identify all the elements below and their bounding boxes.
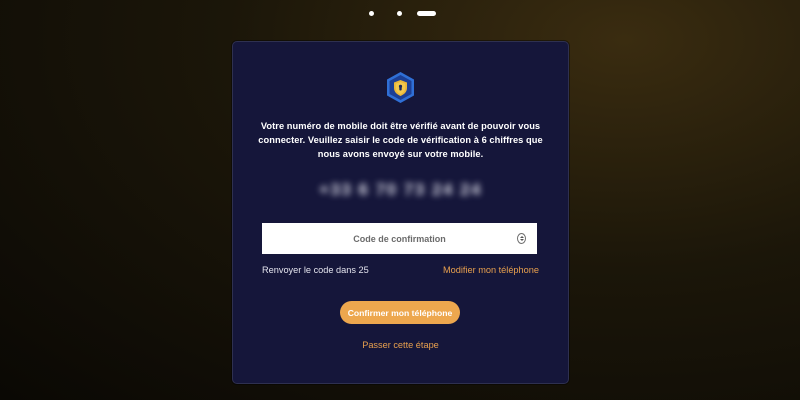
- step-dot-3-active: [417, 11, 436, 16]
- modify-phone-link[interactable]: Modifier mon téléphone: [443, 265, 539, 275]
- skip-step-link[interactable]: Passer cette étape: [233, 340, 568, 350]
- step-dot-1: [369, 11, 374, 16]
- spinner-up-icon[interactable]: [519, 236, 524, 238]
- spinner-down-icon[interactable]: [519, 239, 524, 241]
- confirm-phone-button[interactable]: Confirmer mon téléphone: [340, 301, 460, 324]
- confirmation-code-input[interactable]: Code de confirmation: [262, 223, 537, 254]
- resend-code-countdown: Renvoyer le code dans 25: [262, 265, 369, 275]
- phone-number: +33 6 70 73 24 24: [318, 180, 483, 199]
- number-spinner-icon[interactable]: [517, 233, 526, 244]
- verification-card: Votre numéro de mobile doit être vérifié…: [232, 41, 569, 384]
- step-dot-2: [397, 11, 402, 16]
- confirmation-code-placeholder: Code de confirmation: [353, 233, 446, 244]
- verification-message: Votre numéro de mobile doit être vérifié…: [258, 121, 543, 159]
- shield-lock-icon: [387, 72, 414, 103]
